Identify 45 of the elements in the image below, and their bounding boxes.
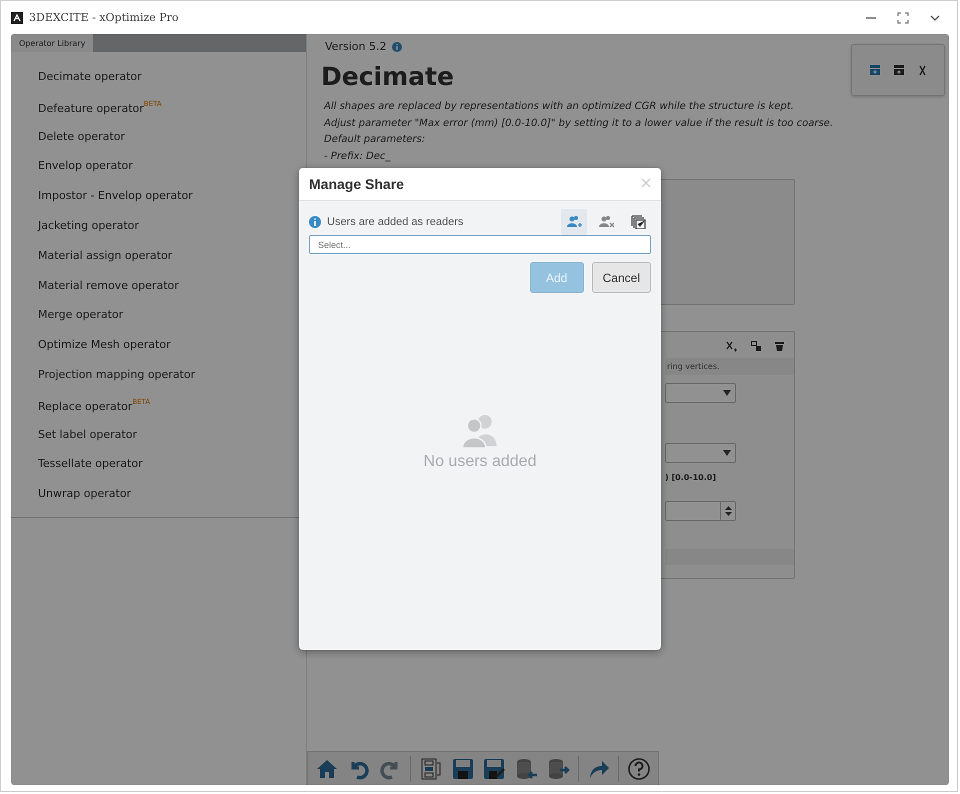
copy-icon[interactable] — [751, 341, 761, 351]
archive-in-icon[interactable] — [870, 65, 880, 75]
library-tab[interactable]: Operator Library — [11, 34, 94, 52]
app-logo-icon — [11, 12, 23, 24]
archive-out-icon[interactable] — [894, 65, 904, 75]
dropdown-arrow-icon — [723, 390, 731, 396]
cancel-button[interactable]: Cancel — [592, 262, 651, 293]
dialog-title: Manage Share — [309, 176, 404, 192]
flowchart-icon[interactable] — [418, 756, 443, 780]
operator-title: Decimate — [321, 62, 454, 91]
database-import-icon[interactable] — [514, 756, 538, 780]
save-icon[interactable] — [450, 756, 475, 780]
dropdown-field[interactable] — [665, 383, 736, 403]
operator-item[interactable]: Defeature operator$^{BETA}$ — [11, 92, 306, 122]
parameter-hint: ring vertices. — [665, 358, 794, 375]
number-field[interactable] — [665, 501, 736, 521]
info-icon — [309, 216, 321, 228]
add-user-icon — [566, 215, 582, 229]
close-icon — [641, 178, 651, 188]
dropdown-arrow-icon — [723, 450, 731, 456]
info-text: Users are added as readers — [327, 216, 464, 228]
expand-icon[interactable] — [897, 12, 909, 24]
description-line: - Prefix: Dec_ — [323, 150, 392, 164]
save-as-icon[interactable] — [482, 756, 506, 780]
dropdown-field[interactable] — [665, 443, 736, 463]
description-line: Default parameters: — [323, 133, 426, 147]
checklist-icon — [630, 215, 646, 229]
empty-state-text: No users added — [424, 452, 536, 470]
description-line: Adjust parameter "Max error (mm) [0.0-10.0]" by setting it to a lower value if the result is too coarse. — [322, 116, 834, 130]
trash-icon[interactable] — [775, 341, 784, 351]
operator-item[interactable]: Delete operator — [11, 122, 306, 152]
info-icon[interactable] — [392, 42, 402, 52]
spinner-arrows-icon[interactable] — [724, 506, 732, 516]
users-icon — [461, 412, 499, 448]
description-line: All shapes are replaced by representations with an optimized CGR while the structure is kept. — [322, 100, 795, 114]
parameter-label: ) [0.0-10.0] — [665, 473, 717, 482]
variable-icon[interactable] — [726, 341, 737, 352]
window-title: 3DEXCITE - xOptimize Pro — [29, 11, 180, 24]
help-icon[interactable] — [627, 756, 652, 780]
remove-user-icon — [598, 215, 614, 229]
version-label: Version 5.2 — [325, 40, 386, 53]
variable-icon[interactable] — [918, 64, 926, 76]
database-export-icon[interactable] — [546, 756, 570, 780]
user-search-field[interactable]: Select... — [309, 235, 651, 254]
operator-item[interactable]: Decimate operator — [11, 62, 306, 92]
